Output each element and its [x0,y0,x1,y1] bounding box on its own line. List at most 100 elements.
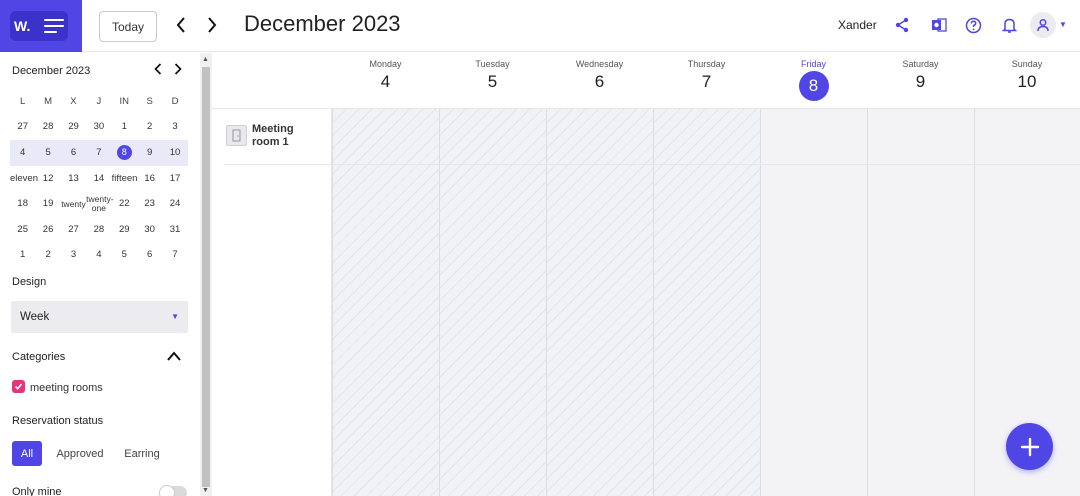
mini-day[interactable]: 25 [10,224,35,235]
bell-icon[interactable] [998,14,1020,36]
mini-prev-icon[interactable] [154,62,162,79]
weekday-label: X [70,95,77,107]
office-icon[interactable] [928,14,950,36]
user-name[interactable]: Xander [838,18,877,32]
mini-day[interactable]: 24 [162,199,187,209]
scroll-up-icon[interactable]: ▲ [202,56,209,63]
door-icon [226,125,247,146]
mini-day[interactable]: 28 [86,224,111,235]
only-mine-toggle[interactable] [159,485,187,496]
resource-row[interactable]: Meeting room 1 [224,109,332,165]
logo-badge[interactable]: W. [10,11,68,41]
day-header-thursday[interactable]: Thursday 7 [653,53,760,109]
mini-day[interactable]: 29 [112,224,137,235]
design-select[interactable]: Week ▼ [11,301,188,333]
mini-calendar: L M X J IN S D 27 28 29 30 1 2 3 4 5 6 7… [10,89,188,268]
design-value: Week [20,311,50,323]
mini-day[interactable]: 1 [112,122,137,132]
mini-day-selected[interactable]: 8 [112,145,137,161]
sidebar-scrollbar[interactable]: ▲ ▼ [200,53,212,496]
mini-day[interactable]: twenty-one [86,195,113,213]
mini-day[interactable]: 2 [137,122,162,132]
mini-day[interactable]: 4 [10,148,35,158]
mini-day[interactable]: 14 [86,173,111,184]
mini-day[interactable]: 31 [162,224,187,235]
day-name: Tuesday [475,59,510,69]
mini-day[interactable]: 28 [35,122,60,132]
mini-day[interactable]: 27 [61,224,86,235]
day-cell-saturday[interactable] [867,109,974,496]
day-header-sunday[interactable]: Sunday 10 [974,53,1080,109]
mini-day[interactable]: 30 [86,122,111,132]
mini-day[interactable]: 18 [10,199,35,209]
mini-day[interactable]: 7 [162,250,187,260]
avatar[interactable] [1030,12,1056,38]
share-icon[interactable] [891,14,913,36]
day-number: 4 [380,72,391,91]
day-name-today: Friday [800,59,826,69]
mini-day[interactable]: 2 [35,250,60,260]
mini-day[interactable]: 1 [10,250,35,260]
day-header-monday[interactable]: Monday 4 [332,53,439,109]
toggle-knob [159,485,175,496]
mini-day[interactable]: 7 [86,148,111,158]
mini-next-icon[interactable] [174,62,182,79]
mini-day[interactable]: 12 [35,173,60,184]
scroll-thumb[interactable] [202,67,210,487]
mini-day[interactable]: 26 [35,224,60,235]
day-cell-tuesday[interactable] [439,109,546,496]
mini-day[interactable]: 10 [162,148,187,158]
chevron-left-icon[interactable] [170,13,192,37]
caret-down-icon[interactable]: ▼ [1059,20,1067,29]
weekday-label: IN [119,95,130,107]
day-header-wednesday[interactable]: Wednesday 6 [546,53,653,109]
mini-day[interactable]: 23 [137,199,162,209]
day-cell-friday[interactable] [760,109,867,496]
day-header-tuesday[interactable]: Tuesday 5 [439,53,546,109]
day-cell-wednesday[interactable] [546,109,653,496]
mini-day[interactable]: 13 [61,173,86,184]
mini-day[interactable]: 3 [61,250,86,260]
mini-day[interactable]: 3 [162,122,187,132]
mini-day[interactable]: 16 [137,173,162,184]
day-header-saturday[interactable]: Saturday 9 [867,53,974,109]
help-icon[interactable] [962,14,984,36]
day-cell-monday[interactable] [332,109,439,496]
add-reservation-button[interactable] [1006,423,1053,470]
mini-day[interactable]: 22 [112,199,137,209]
scroll-down-icon[interactable]: ▼ [202,487,209,494]
mini-day[interactable]: 17 [162,173,187,184]
mini-day[interactable]: fifteen [112,173,138,184]
mini-day[interactable]: 9 [137,148,162,158]
mini-day[interactable]: 6 [137,250,162,260]
plus-icon [1020,437,1039,456]
mini-day[interactable]: 4 [86,250,111,260]
day-name: Monday [369,59,402,69]
mini-week-row: 1 2 3 4 5 6 7 [10,243,188,269]
mini-day[interactable]: twenty [61,199,86,209]
category-checkbox[interactable] [12,380,25,393]
mini-day[interactable]: 19 [35,199,60,209]
only-mine-label: Only mine [12,486,62,496]
today-button[interactable]: Today [99,11,157,42]
mini-day[interactable]: 5 [112,250,137,260]
day-number: 10 [1017,72,1037,91]
status-all-button[interactable]: All [12,441,42,466]
day-header-friday[interactable]: Friday 8 [760,53,867,109]
status-approved-button[interactable]: Approved [52,441,108,466]
mini-day[interactable]: 27 [10,122,35,132]
chevron-right-icon[interactable] [201,13,223,37]
weekday-label: M [44,95,53,107]
mini-day[interactable]: 29 [61,122,86,132]
mini-day[interactable]: 5 [35,148,60,158]
mini-day[interactable]: 6 [61,148,86,158]
day-number: 6 [594,72,605,91]
status-earring-button[interactable]: Earring [118,441,166,466]
chevron-up-icon[interactable] [166,349,182,363]
mini-day[interactable]: eleven [10,173,38,184]
day-number: 5 [487,72,498,91]
logo-block: W. [0,0,82,52]
day-cell-thursday[interactable] [653,109,760,496]
mini-day[interactable]: 30 [137,224,162,235]
categories-label: Categories [12,351,66,363]
